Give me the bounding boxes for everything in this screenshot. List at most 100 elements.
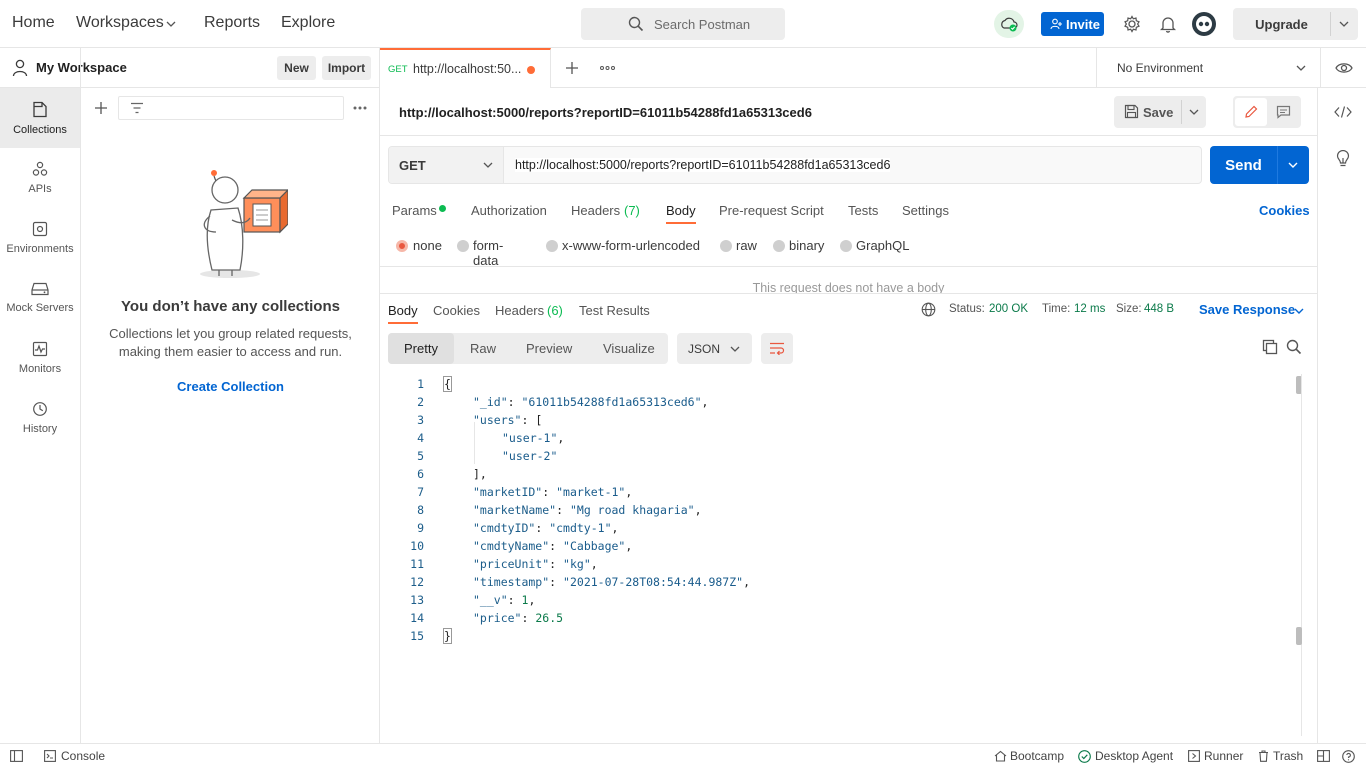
lightbulb-icon[interactable] <box>1336 150 1350 168</box>
time-value[interactable]: 12 ms <box>1074 303 1105 315</box>
send-label: Send <box>1225 156 1262 174</box>
edit-icon[interactable] <box>1235 98 1267 126</box>
chevron-down-icon[interactable] <box>1189 107 1199 117</box>
tab-authorization[interactable]: Authorization <box>471 203 547 218</box>
resp-tab-cookies[interactable]: Cookies <box>433 303 480 318</box>
view-visualize[interactable]: Visualize <box>603 341 655 356</box>
chevron-down-icon[interactable] <box>1339 19 1349 29</box>
radio-raw-icon[interactable] <box>720 240 732 252</box>
radio-form-data-icon[interactable] <box>457 240 469 252</box>
invite-button[interactable]: Invite <box>1041 12 1104 36</box>
radio-binary-label[interactable]: binary <box>789 238 824 253</box>
radio-graphql-label[interactable]: GraphQL <box>856 238 909 253</box>
code-icon[interactable] <box>1334 106 1352 118</box>
tab-headers[interactable]: Headers <box>571 203 620 218</box>
nav-workspaces[interactable]: Workspaces <box>76 14 164 32</box>
eye-icon[interactable] <box>1335 61 1353 75</box>
comment-icon[interactable] <box>1276 105 1291 119</box>
bell-icon[interactable] <box>1160 15 1176 33</box>
search-box[interactable]: Search Postman <box>581 8 785 40</box>
radio-form-data-label[interactable]: form-data <box>473 238 503 268</box>
line-number: 6 <box>417 467 424 481</box>
new-tab-plus-icon[interactable] <box>565 61 579 75</box>
tab-tests[interactable]: Tests <box>848 203 878 218</box>
gear-icon[interactable] <box>1123 15 1141 33</box>
tab-settings[interactable]: Settings <box>902 203 949 218</box>
copy-icon[interactable] <box>1262 339 1278 355</box>
more-icon[interactable] <box>353 106 367 110</box>
help-icon[interactable] <box>1342 750 1355 763</box>
line-number: 13 <box>410 593 424 607</box>
method-label: GET <box>399 158 426 173</box>
radio-raw-label[interactable]: raw <box>736 238 757 253</box>
radio-none-icon[interactable] <box>396 240 408 252</box>
rail-item-monitors[interactable]: Monitors <box>0 328 80 388</box>
request-name[interactable]: http://localhost:5000/reports?reportID=6… <box>399 105 812 120</box>
import-button[interactable]: Import <box>322 56 371 80</box>
resp-tab-test-results[interactable]: Test Results <box>579 303 650 318</box>
tab-params[interactable]: Params <box>392 203 437 218</box>
radio-urlencoded-icon[interactable] <box>546 240 558 252</box>
code-line: "cmdtyID": "cmdty-1", <box>473 521 619 535</box>
scrollbar-bottom[interactable] <box>1296 627 1302 645</box>
bootcamp-button[interactable]: Bootcamp <box>1010 749 1064 763</box>
method-select[interactable]: GET <box>389 147 504 183</box>
nav-explore[interactable]: Explore <box>281 14 335 32</box>
resp-tab-body[interactable]: Body <box>388 303 418 318</box>
chevron-down-icon[interactable] <box>166 19 176 29</box>
runner-button[interactable]: Runner <box>1204 749 1243 763</box>
pane-divider[interactable] <box>380 293 1317 294</box>
unsaved-dot-icon[interactable] <box>527 66 535 74</box>
desktop-agent-button[interactable]: Desktop Agent <box>1095 749 1173 763</box>
filter-input[interactable] <box>118 96 344 120</box>
code-line: "marketID": "market-1", <box>473 485 633 499</box>
upgrade-button[interactable]: Upgrade <box>1233 8 1358 40</box>
line-number: 5 <box>417 449 424 463</box>
radio-graphql-icon[interactable] <box>840 240 852 252</box>
request-tab[interactable]: GET http://localhost:50... <box>380 48 551 88</box>
rail-item-apis[interactable]: APIs <box>0 148 80 208</box>
chevron-down-icon[interactable] <box>1288 160 1298 170</box>
view-pretty[interactable]: Pretty <box>388 333 454 364</box>
scrollbar-track[interactable] <box>1301 374 1302 736</box>
view-preview[interactable]: Preview <box>526 341 572 356</box>
rail-item-mock-servers[interactable]: Mock Servers <box>0 268 80 328</box>
search-icon[interactable] <box>1286 339 1302 355</box>
save-response-button[interactable]: Save Response <box>1199 302 1295 317</box>
tab-more-icon[interactable] <box>600 66 615 70</box>
save-button[interactable]: Save <box>1114 96 1206 128</box>
radio-none-label[interactable]: none <box>413 238 442 253</box>
rail-item-history[interactable]: History <box>0 388 80 448</box>
wrap-lines-button[interactable] <box>761 333 793 364</box>
cookies-link[interactable]: Cookies <box>1259 203 1310 218</box>
rail-item-collections[interactable]: Collections <box>0 88 80 148</box>
chevron-down-icon[interactable] <box>1294 306 1304 316</box>
tab-body[interactable]: Body <box>666 203 696 218</box>
sync-status-icon[interactable] <box>994 10 1024 38</box>
plus-icon[interactable] <box>94 101 108 115</box>
nav-reports[interactable]: Reports <box>204 14 260 32</box>
avatar[interactable] <box>1192 12 1216 36</box>
trash-button[interactable]: Trash <box>1273 749 1303 763</box>
tab-pre-request-script[interactable]: Pre-request Script <box>719 203 824 218</box>
rail-item-environments[interactable]: Environments <box>0 208 80 268</box>
new-button[interactable]: New <box>277 56 316 80</box>
console-button[interactable]: Console <box>61 749 105 763</box>
size-value[interactable]: 448 B <box>1144 303 1174 315</box>
nav-home[interactable]: Home <box>12 14 55 32</box>
environment-selector[interactable]: No Environment <box>1096 48 1366 88</box>
send-button[interactable]: Send <box>1210 146 1309 184</box>
format-select[interactable]: JSON <box>677 333 752 364</box>
resp-tab-headers[interactable]: Headers <box>495 303 544 318</box>
url-input[interactable]: http://localhost:5000/reports?reportID=6… <box>515 158 891 172</box>
sidebar-toggle-icon[interactable] <box>10 750 23 762</box>
radio-urlencoded-label[interactable]: x-www-form-urlencoded <box>562 238 700 253</box>
upgrade-label: Upgrade <box>1255 16 1308 32</box>
create-collection-link[interactable]: Create Collection <box>81 379 380 394</box>
view-raw[interactable]: Raw <box>470 341 496 356</box>
globe-icon[interactable] <box>921 302 936 317</box>
status-value[interactable]: 200 OK <box>989 303 1028 315</box>
layout-icon[interactable] <box>1317 750 1330 762</box>
empty-text-line1: Collections let you group related reques… <box>109 326 352 341</box>
radio-binary-icon[interactable] <box>773 240 785 252</box>
